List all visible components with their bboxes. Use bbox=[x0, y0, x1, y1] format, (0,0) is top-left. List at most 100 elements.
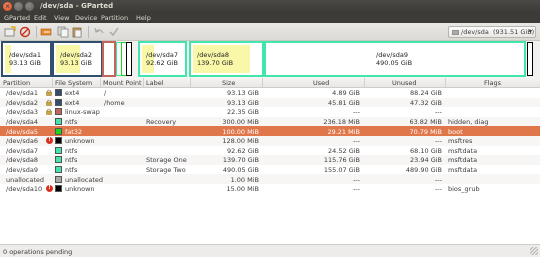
table-row[interactable]: /dev/sda1 ext4 / 93.13 GiB 4.89 GiB 88.24 GiB bbox=[0, 88, 540, 98]
cell-size: 93.13 GiB bbox=[227, 89, 259, 98]
cell-label: Storage One bbox=[146, 156, 187, 165]
cell-used: 236.18 MiB bbox=[323, 117, 360, 126]
cell-label: Storage Two bbox=[146, 165, 186, 174]
cell-used: --- bbox=[352, 185, 360, 194]
cell-flags: boot bbox=[448, 127, 463, 136]
chevron-down-icon: ▾ bbox=[528, 28, 532, 35]
map-partition-name: /dev/sda1 bbox=[9, 51, 41, 59]
map-partition-sda3[interactable] bbox=[102, 41, 116, 77]
device-label: /dev/sda (931.51 GiB) bbox=[461, 28, 535, 36]
close-window-button[interactable]: × bbox=[3, 1, 12, 11]
map-partition-sda9[interactable]: /dev/sda9 490.05 GiB bbox=[264, 41, 526, 77]
partition-table: Partition File System Mount Point Label … bbox=[0, 77, 540, 244]
column-label[interactable]: Label bbox=[146, 79, 164, 87]
delete-partition-button[interactable] bbox=[19, 26, 31, 38]
cell-unused: 88.24 GiB bbox=[410, 89, 442, 98]
copy-button[interactable] bbox=[57, 26, 69, 38]
menu-edit[interactable]: Edit bbox=[34, 14, 47, 22]
map-partition-sda2[interactable]: /dev/sda2 93.13 GiB bbox=[52, 41, 103, 77]
new-partition-button[interactable] bbox=[4, 26, 16, 38]
menu-view[interactable]: View bbox=[54, 14, 69, 22]
map-partition-size: 139.70 GiB bbox=[197, 59, 234, 67]
column-partition[interactable]: Partition bbox=[3, 79, 30, 87]
undo-button[interactable] bbox=[93, 26, 105, 38]
cell-file-system: fat32 bbox=[65, 127, 83, 136]
cell-partition: /dev/sda2 bbox=[6, 98, 38, 107]
copy-icon bbox=[57, 26, 69, 38]
cell-partition: /dev/sda3 bbox=[6, 108, 38, 117]
table-row[interactable]: /dev/sda8 ntfs Storage One 139.70 GiB 115.76… bbox=[0, 155, 540, 165]
table-row[interactable]: unallocated unallocated 1.00 MiB --- --- bbox=[0, 174, 540, 184]
table-row[interactable]: /dev/sda5 fat32 100.00 MiB 29.21 MiB 70.79 M… bbox=[0, 126, 540, 136]
filesystem-color-swatch bbox=[55, 185, 62, 193]
menu-partition[interactable]: Partition bbox=[101, 14, 128, 22]
map-partition-name: /dev/sda9 bbox=[376, 51, 408, 59]
column-unused[interactable]: Unused bbox=[392, 79, 417, 87]
cell-flags: hidden, diag bbox=[448, 117, 489, 126]
resize-grip[interactable] bbox=[530, 247, 538, 255]
maximize-window-button[interactable] bbox=[25, 1, 34, 11]
map-partition-sda7[interactable]: /dev/sda7 92.62 GiB bbox=[138, 41, 187, 77]
column-size[interactable]: Size bbox=[222, 79, 235, 87]
table-row[interactable]: /dev/sda4 ntfs Recovery 300.00 MiB 236.18 Mi… bbox=[0, 116, 540, 127]
cell-used: 155.07 GiB bbox=[323, 165, 360, 174]
column-used[interactable]: Used bbox=[313, 79, 329, 87]
cell-unused: --- bbox=[434, 175, 442, 184]
map-partition-sda10[interactable] bbox=[527, 42, 533, 76]
cell-unused: --- bbox=[434, 137, 442, 146]
cell-file-system: ntfs bbox=[65, 146, 78, 155]
cell-size: 300.00 MiB bbox=[222, 117, 259, 126]
menu-device[interactable]: Device bbox=[75, 14, 97, 22]
filesystem-color-swatch bbox=[55, 137, 62, 145]
cell-partition: /dev/sda1 bbox=[6, 89, 38, 98]
toolbar-separator bbox=[36, 26, 37, 38]
filesystem-color-swatch bbox=[55, 127, 62, 135]
title-bar: × /dev/sda - GParted bbox=[0, 0, 540, 12]
cell-unused: --- bbox=[434, 108, 442, 117]
map-partition-name: /dev/sda2 bbox=[60, 51, 92, 59]
map-partition-size: 93.13 GiB bbox=[9, 59, 41, 67]
map-partition-sda8[interactable]: /dev/sda8 139.70 GiB bbox=[189, 41, 264, 77]
new-partition-icon bbox=[4, 26, 16, 37]
cell-file-system: unallocated bbox=[65, 175, 104, 184]
table-row[interactable]: /dev/sda9 ntfs Storage Two 490.05 GiB 155.07… bbox=[0, 165, 540, 175]
status-bar: 0 operations pending bbox=[0, 244, 540, 257]
cell-file-system: unknown bbox=[65, 137, 95, 146]
cell-file-system: ntfs bbox=[65, 156, 78, 165]
map-partition-sda4[interactable] bbox=[116, 42, 122, 76]
map-partition-size: 92.62 GiB bbox=[146, 59, 178, 67]
cell-size: 100.00 MiB bbox=[222, 127, 259, 136]
cell-partition: /dev/sda9 bbox=[6, 165, 38, 174]
map-partition-name: /dev/sda8 bbox=[197, 51, 229, 59]
table-row[interactable]: /dev/sda3 linux-swap 22.35 GiB --- --- bbox=[0, 107, 540, 117]
filesystem-color-swatch bbox=[55, 166, 62, 174]
paste-button[interactable] bbox=[71, 26, 83, 38]
table-row[interactable]: /dev/sda10! unknown 15.00 MiB --- --- bios_gr… bbox=[0, 184, 540, 194]
map-partition-sda1[interactable]: /dev/sda1 93.13 GiB bbox=[1, 41, 52, 77]
warning-icon: ! bbox=[46, 137, 53, 145]
resize-move-button[interactable] bbox=[40, 26, 52, 38]
cell-flags: msftres bbox=[448, 137, 473, 146]
filesystem-color-swatch bbox=[55, 89, 62, 97]
menu-bar: GParted Edit View Device Partition Help bbox=[0, 12, 540, 23]
column-flags[interactable]: Flags bbox=[484, 79, 501, 87]
apply-button[interactable] bbox=[108, 26, 120, 38]
map-partition-sda5[interactable] bbox=[121, 42, 127, 76]
table-row[interactable]: /dev/sda7 ntfs 92.62 GiB 24.52 GiB 68.10 GiB… bbox=[0, 146, 540, 156]
cell-file-system: unknown bbox=[65, 185, 95, 194]
column-file-system[interactable]: File System bbox=[55, 79, 92, 87]
device-selector[interactable]: /dev/sda (931.51 GiB) ▾ bbox=[448, 26, 536, 38]
cell-used: 45.81 GiB bbox=[328, 98, 360, 107]
cell-flags: msftdata bbox=[448, 146, 478, 155]
toolbar-separator bbox=[88, 26, 89, 38]
cell-size: 15.00 MiB bbox=[226, 185, 259, 194]
column-mount-point[interactable]: Mount Point bbox=[103, 79, 142, 87]
menu-gparted[interactable]: GParted bbox=[4, 14, 30, 22]
menu-help[interactable]: Help bbox=[136, 14, 151, 22]
cell-size: 93.13 GiB bbox=[227, 98, 259, 107]
table-row[interactable]: /dev/sda6! unknown 128.00 MiB --- --- msftres bbox=[0, 136, 540, 146]
cell-file-system: ntfs bbox=[65, 117, 78, 126]
map-partition-sda6[interactable] bbox=[126, 42, 132, 76]
minimize-window-button[interactable] bbox=[14, 1, 23, 11]
table-row[interactable]: /dev/sda2 ext4/home 93.13 GiB 45.81 GiB 47.3… bbox=[0, 97, 540, 108]
